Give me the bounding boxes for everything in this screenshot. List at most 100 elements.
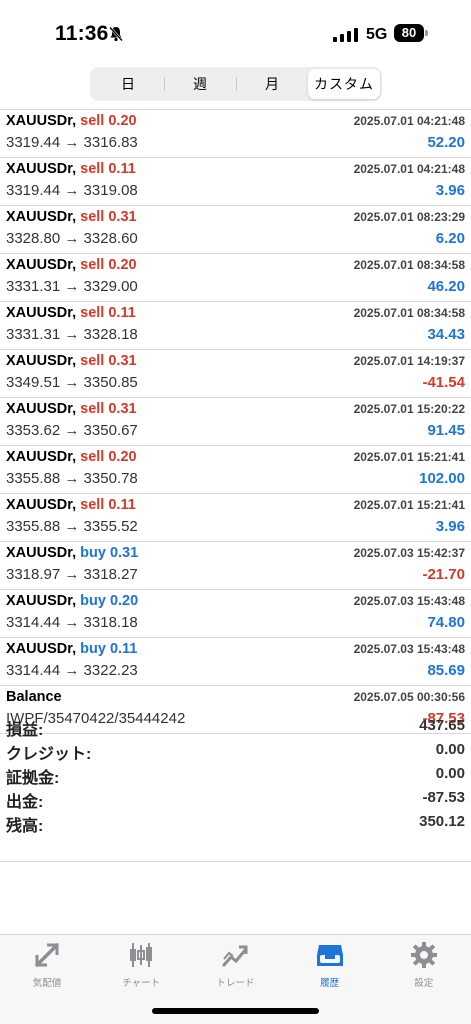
deal-row[interactable]: XAUUSDr, buy 0.11 2025.07.03 15:43:48 3314…	[0, 638, 471, 686]
deal-side: sell	[80, 449, 105, 465]
signal-icon	[333, 28, 358, 42]
deal-volume: 0.11	[108, 497, 136, 513]
segment-label: カスタム	[314, 76, 374, 92]
deal-profit: 6.20	[435, 230, 465, 247]
deal-side: buy	[80, 593, 106, 609]
deal-time: 2025.07.01 08:23:29	[353, 210, 465, 224]
deal-row[interactable]: XAUUSDr, sell 0.31 2025.07.01 15:20:22 335…	[0, 398, 471, 446]
deal-header: XAUUSDr, buy 0.31	[6, 545, 138, 561]
deal-prices: 3319.44 → 3316.83	[6, 134, 138, 151]
deal-symbol: XAUUSDr,	[6, 449, 77, 465]
segment-3[interactable]: カスタム	[308, 69, 380, 99]
deal-history-list: XAUUSDr, sell 0.20 2025.07.01 04:21:48 331…	[0, 109, 471, 734]
status-time: 11:36	[55, 22, 109, 45]
deal-prices: 3314.44 → 3318.18	[6, 614, 138, 631]
deal-profit: 3.96	[435, 518, 465, 535]
segment-label: 日	[121, 76, 135, 92]
deal-prices: 3349.51 → 3350.85	[6, 374, 138, 391]
deal-row[interactable]: XAUUSDr, sell 0.20 2025.07.01 08:34:58 333…	[0, 254, 471, 302]
deal-symbol: XAUUSDr,	[6, 305, 77, 321]
deal-profit: 85.69	[427, 662, 465, 679]
deal-volume: 0.20	[109, 593, 139, 609]
deal-profit: 3.96	[435, 182, 465, 199]
summary-row: 残高: 350.12	[0, 810, 471, 835]
deal-header: XAUUSDr, buy 0.11	[6, 641, 137, 657]
deal-side: sell	[80, 305, 105, 321]
deal-header: XAUUSDr, sell 0.11	[6, 161, 136, 177]
deal-header: XAUUSDr, sell 0.11	[6, 497, 136, 513]
chart-icon	[94, 941, 188, 969]
deal-prices: 3355.88 → 3355.52	[6, 518, 138, 535]
deal-volume: 0.31	[108, 401, 137, 417]
deal-profit: 52.20	[427, 134, 465, 151]
battery-level: 80	[394, 24, 424, 42]
deal-time: 2025.07.03 15:43:48	[353, 594, 465, 608]
tab-history[interactable]: 履歴	[283, 941, 377, 989]
deal-symbol: XAUUSDr,	[6, 257, 77, 273]
deal-side: sell	[80, 497, 105, 513]
deal-prices: 3331.31 → 3328.18	[6, 326, 138, 343]
deal-header: XAUUSDr, buy 0.20	[6, 593, 138, 609]
deal-time: 2025.07.01 04:21:48	[353, 162, 465, 176]
segment-0[interactable]: 日	[92, 69, 164, 99]
deal-symbol: XAUUSDr,	[6, 545, 77, 561]
deal-header: XAUUSDr, sell 0.20	[6, 449, 137, 465]
deal-row[interactable]: XAUUSDr, sell 0.11 2025.07.01 08:34:58 333…	[0, 302, 471, 350]
deal-row[interactable]: XAUUSDr, sell 0.20 2025.07.01 15:21:41 335…	[0, 446, 471, 494]
deal-profit: 74.80	[427, 614, 465, 631]
segment-2[interactable]: 月	[236, 69, 308, 99]
deal-row[interactable]: XAUUSDr, sell 0.11 2025.07.01 04:21:48 331…	[0, 158, 471, 206]
deal-header: XAUUSDr, sell 0.20	[6, 113, 137, 129]
summary-value: 350.12	[419, 813, 465, 830]
deal-symbol: XAUUSDr,	[6, 641, 77, 657]
tab-settings[interactable]: 設定	[377, 941, 471, 989]
deal-volume: 0.11	[109, 641, 138, 657]
deal-profit: 46.20	[427, 278, 465, 295]
tab-chart[interactable]: チャート	[94, 941, 188, 989]
deal-prices: 3318.97 → 3318.27	[6, 566, 138, 583]
deal-prices: 3355.88 → 3350.78	[6, 470, 138, 487]
tab-label: 履歴	[320, 978, 340, 989]
deal-profit: -21.70	[422, 566, 465, 583]
deal-side: sell	[80, 353, 105, 369]
deal-side: sell	[80, 113, 105, 129]
deal-time: 2025.07.01 15:21:41	[353, 450, 465, 464]
deal-volume: 0.20	[108, 449, 137, 465]
deal-symbol: XAUUSDr,	[6, 593, 77, 609]
deal-prices: 3353.62 → 3350.67	[6, 422, 138, 439]
deal-time: 2025.07.01 08:34:58	[353, 258, 465, 272]
tab-trade[interactable]: トレード	[188, 941, 282, 989]
deal-profit: 91.45	[427, 422, 465, 439]
deal-profit: -41.54	[422, 374, 465, 391]
deal-symbol: XAUUSDr,	[6, 497, 77, 513]
deal-row[interactable]: XAUUSDr, sell 0.20 2025.07.01 04:21:48 331…	[0, 110, 471, 158]
tab-label: 設定	[414, 978, 434, 989]
deal-symbol: XAUUSDr,	[6, 353, 77, 369]
deal-profit: 102.00	[419, 470, 465, 487]
deal-volume: 0.31	[108, 209, 137, 225]
deal-prices: 3314.44 → 3322.23	[6, 662, 138, 679]
status-bar: 11:36 5G 80	[0, 0, 471, 60]
deal-symbol: XAUUSDr,	[6, 113, 77, 129]
history-icon	[283, 941, 377, 969]
deal-symbol: XAUUSDr,	[6, 161, 77, 177]
deal-volume: 0.20	[108, 257, 137, 273]
deal-row[interactable]: XAUUSDr, sell 0.31 2025.07.01 08:23:29 332…	[0, 206, 471, 254]
deal-time: 2025.07.01 04:21:48	[353, 114, 465, 128]
deal-time: 2025.07.01 15:21:41	[353, 498, 465, 512]
summary-row: 損益: 437.65	[0, 714, 471, 739]
deal-side: sell	[80, 257, 105, 273]
deal-header: XAUUSDr, sell 0.20	[6, 257, 137, 273]
history-summary: 損益: 437.65 クレジット: 0.00 証拠金: 0.00 出金: -87.53 残高: 3…	[0, 709, 471, 862]
tab-quotes[interactable]: 気配値	[0, 941, 94, 989]
deal-row[interactable]: XAUUSDr, buy 0.31 2025.07.03 15:42:37 3318…	[0, 542, 471, 590]
summary-row: クレジット: 0.00	[0, 738, 471, 763]
deal-time: 2025.07.01 08:34:58	[353, 306, 465, 320]
deal-row[interactable]: XAUUSDr, sell 0.11 2025.07.01 15:21:41 335…	[0, 494, 471, 542]
segment-1[interactable]: 週	[164, 69, 236, 99]
deal-row[interactable]: XAUUSDr, sell 0.31 2025.07.01 14:19:37 334…	[0, 350, 471, 398]
deal-time: 2025.07.03 15:42:37	[353, 546, 465, 560]
deal-row[interactable]: XAUUSDr, buy 0.20 2025.07.03 15:43:48 3314…	[0, 590, 471, 638]
deal-side: buy	[80, 545, 106, 561]
balance-title: Balance	[6, 689, 62, 705]
